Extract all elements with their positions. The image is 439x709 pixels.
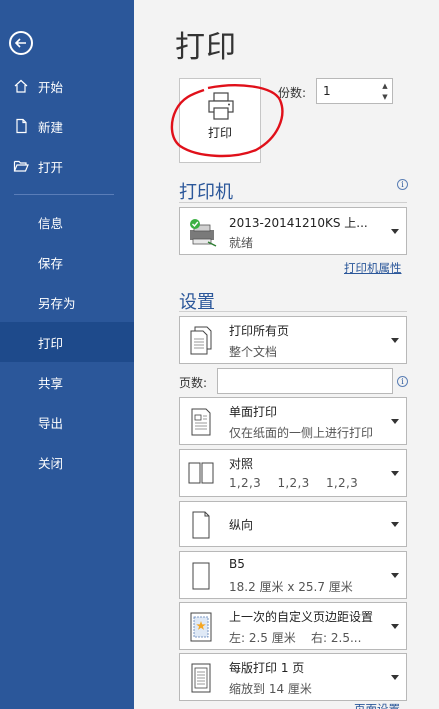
- info-icon[interactable]: i: [397, 376, 408, 387]
- dropdown-primary-text: 上一次的自定义页边距设置: [229, 610, 374, 624]
- chevron-down-icon: [391, 624, 399, 629]
- sidebar-item-new[interactable]: 新建: [0, 106, 134, 146]
- dropdown-primary-text: 单面打印: [229, 405, 278, 419]
- collation-dropdown[interactable]: 对照 1,2,3 1,2,3 1,2,3: [179, 449, 407, 497]
- back-arrow-icon: [14, 38, 26, 48]
- chevron-down-icon: [391, 338, 399, 343]
- sidebar-item-share[interactable]: 共享: [0, 362, 134, 402]
- sides-dropdown[interactable]: 单面打印 仅在纸面的一侧上进行打印: [179, 397, 407, 445]
- dropdown-primary-text: 打印所有页: [229, 324, 290, 338]
- chevron-down-icon: [391, 471, 399, 476]
- page-title: 打印: [175, 30, 237, 65]
- paper-size-dropdown[interactable]: B5 18.2 厘米 x 25.7 厘米: [179, 551, 407, 599]
- all-pages-icon: [190, 326, 212, 355]
- printer-section-heading: 打印机: [179, 182, 233, 203]
- sidebar-item-label: 共享: [38, 375, 64, 391]
- pages-input[interactable]: [217, 368, 393, 394]
- sidebar-item-label: 信息: [38, 215, 64, 231]
- print-panel: 打印 打印 份数: 1 ▲ ▼ 打印机 i 2013-20141210KS 上.…: [134, 0, 439, 709]
- margins-dropdown[interactable]: 上一次的自定义页边距设置 左: 2.5 厘米 右: 2.5...: [179, 602, 407, 650]
- printer-status: 就绪: [229, 236, 254, 250]
- orientation-dropdown[interactable]: 纵向: [179, 501, 407, 547]
- collated-icon: [188, 462, 214, 484]
- pages-label: 页数:: [179, 376, 208, 390]
- backstage-sidebar: 开始 新建 打开 信息 保存 另存为 打印 共享 导出 关闭: [0, 0, 134, 709]
- printer-icon: [208, 92, 234, 120]
- dropdown-secondary-text: 18.2 厘米 x 25.7 厘米: [229, 580, 353, 594]
- printer-name: 2013-20141210KS 上...: [229, 216, 368, 230]
- sidebar-item-label: 打印: [38, 335, 64, 351]
- section-divider: [179, 202, 407, 203]
- copies-label: 份数:: [278, 86, 307, 100]
- info-icon[interactable]: i: [397, 179, 408, 190]
- home-icon: [13, 78, 29, 94]
- sidebar-item-label: 开始: [38, 79, 64, 95]
- folder-open-icon: [13, 158, 29, 174]
- sidebar-divider: [14, 194, 114, 195]
- dropdown-primary-text: B5: [229, 557, 245, 571]
- printer-properties-link[interactable]: 打印机属性: [344, 260, 402, 276]
- dropdown-primary-text: 对照: [229, 457, 254, 471]
- chevron-down-icon: [391, 573, 399, 578]
- copies-stepper[interactable]: 1 ▲ ▼: [316, 78, 393, 104]
- pages-per-sheet-icon: [191, 663, 211, 693]
- chevron-down-icon: [391, 675, 399, 680]
- sidebar-item-close[interactable]: 关闭: [0, 442, 134, 482]
- dropdown-secondary-text: 整个文档: [229, 345, 278, 359]
- pages-per-sheet-dropdown[interactable]: 每版打印 1 页 缩放到 14 厘米: [179, 653, 407, 701]
- sidebar-item-label: 另存为: [38, 295, 76, 311]
- dropdown-secondary-text: 缩放到 14 厘米: [229, 682, 312, 696]
- copies-value: 1: [323, 84, 331, 98]
- sidebar-item-label: 保存: [38, 255, 64, 271]
- print-button-label: 打印: [207, 126, 232, 140]
- sidebar-item-save[interactable]: 保存: [0, 242, 134, 282]
- chevron-down-icon: [391, 522, 399, 527]
- sidebar-item-info[interactable]: 信息: [0, 202, 134, 242]
- one-sided-icon: [191, 408, 211, 436]
- chevron-down-icon: [391, 419, 399, 424]
- portrait-icon: [192, 511, 210, 539]
- sidebar-item-label: 关闭: [38, 455, 64, 471]
- new-document-icon: [13, 118, 29, 134]
- sidebar-item-label: 新建: [38, 119, 64, 135]
- dropdown-secondary-text: 左: 2.5 厘米 右: 2.5...: [229, 631, 362, 645]
- sidebar-item-home[interactable]: 开始: [0, 66, 134, 106]
- back-button[interactable]: [9, 31, 33, 55]
- sidebar-item-print[interactable]: 打印: [0, 322, 134, 362]
- dropdown-primary-text: 每版打印 1 页: [229, 661, 305, 675]
- sidebar-item-label: 打开: [38, 159, 64, 175]
- printer-device-icon: [190, 219, 217, 247]
- dropdown-secondary-text: 1,2,3 1,2,3 1,2,3: [229, 476, 359, 490]
- dropdown-primary-text: 纵向: [229, 518, 254, 532]
- sidebar-item-export[interactable]: 导出: [0, 402, 134, 442]
- section-divider: [179, 311, 407, 312]
- page-setup-link[interactable]: 页面设置: [354, 701, 400, 709]
- spin-down-icon[interactable]: ▼: [380, 92, 390, 102]
- custom-margins-icon: [190, 612, 212, 642]
- sidebar-item-save-as[interactable]: 另存为: [0, 282, 134, 322]
- print-range-dropdown[interactable]: 打印所有页 整个文档: [179, 316, 407, 364]
- sidebar-item-open[interactable]: 打开: [0, 146, 134, 186]
- printer-dropdown[interactable]: 2013-20141210KS 上... 就绪: [179, 207, 407, 255]
- chevron-down-icon: [391, 229, 399, 234]
- print-button[interactable]: 打印: [179, 78, 261, 163]
- sidebar-item-label: 导出: [38, 415, 64, 431]
- paper-size-icon: [192, 562, 210, 590]
- dropdown-secondary-text: 仅在纸面的一侧上进行打印: [229, 426, 374, 440]
- spin-up-icon[interactable]: ▲: [380, 81, 390, 91]
